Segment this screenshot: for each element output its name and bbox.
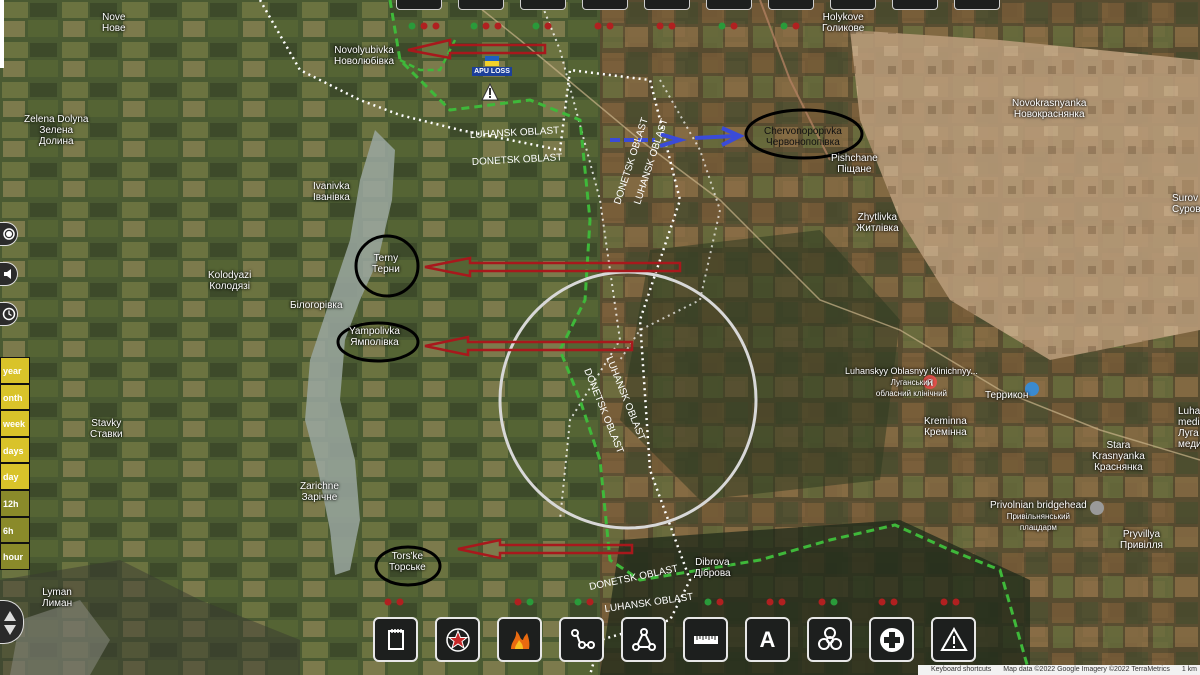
star-icon — [445, 627, 470, 652]
scale-label: 1 km — [1181, 666, 1197, 673]
route-tool-button[interactable] — [559, 617, 604, 662]
place-hospital: Luhanskyy Oblasnyy Klinichnyy... Луганськ… — [845, 366, 978, 398]
place-dibrova: Dibrova Діброва — [694, 557, 731, 579]
timeline-year[interactable]: year — [0, 357, 30, 384]
place-ivanivka: Ivanivka Іванівка — [313, 181, 350, 203]
fire-icon — [510, 630, 529, 649]
place-novokrasnyanka: Novokrasnyanka Новокраснянка — [1012, 98, 1087, 120]
top-tool-2[interactable] — [458, 0, 504, 10]
warning-tool-button[interactable] — [931, 617, 976, 662]
place-terrykon: Террикон — [985, 390, 1029, 401]
place-kolodyazi: Kolodyazi Колодязі — [208, 270, 252, 292]
top-tool-1[interactable] — [396, 0, 442, 10]
place-pishchane: Pishchane Піщане — [831, 153, 878, 175]
star-tool-button[interactable] — [435, 617, 480, 662]
top-tool-6[interactable] — [706, 0, 752, 10]
place-zelena-dolyna: Zelena Dolyna Зелена Долина — [24, 114, 89, 147]
place-terny: Terny Терни — [372, 253, 400, 275]
map-view[interactable]: H LUHANSK OBLAST DONETSK OBLAST DONETSK … — [0, 0, 1200, 675]
timeline-month[interactable]: onth — [0, 383, 30, 411]
place-nove: Nove Нове — [102, 12, 126, 34]
timeline-6h[interactable]: 6h — [0, 516, 30, 544]
timeline-week[interactable]: week — [0, 410, 30, 437]
place-lyman: Lyman Лиман — [42, 587, 73, 609]
place-stavky: Stavky Ставки — [90, 418, 123, 440]
place-pryvillya: Pryvillya Привілля — [1120, 529, 1163, 551]
timeline-selector[interactable]: year onth week days day 12h 6h hour — [0, 357, 30, 570]
timeline-days[interactable]: days — [0, 436, 30, 464]
place-yampolivka: Yampolivka Ямполівка — [349, 326, 400, 348]
biohazard-tool-button[interactable] — [807, 617, 852, 662]
up-down-arrows-icon — [4, 611, 16, 635]
top-tool-9[interactable] — [892, 0, 938, 10]
keyboard-shortcuts-link[interactable]: Keyboard shortcuts — [931, 666, 991, 673]
place-novolyubivka: Novolyubivka Новолюбівка — [334, 45, 395, 67]
place-medical: Luhamedical uЛугамедичн — [1178, 406, 1200, 450]
clock-icon — [2, 307, 15, 321]
text-tool-button[interactable]: A — [745, 617, 790, 662]
place-surov: Surov Суров — [1172, 193, 1200, 215]
top-tool-4[interactable] — [582, 0, 628, 10]
timeline-day[interactable]: day — [0, 463, 30, 490]
place-zarichne: Zarichne Зарічне — [300, 481, 339, 503]
place-bridgehead: Privolnian bridgehead Привільнянський плац… — [990, 500, 1087, 532]
biohazard-icon — [817, 626, 842, 650]
nav-arrows[interactable] — [0, 600, 24, 644]
warning-icon — [939, 626, 968, 651]
document-icon — [387, 628, 404, 650]
top-tool-3[interactable] — [520, 0, 566, 10]
ruler-icon — [693, 635, 718, 644]
timeline-hour[interactable]: hour — [0, 543, 30, 570]
top-tool-10[interactable] — [954, 0, 1000, 10]
imagery-credit: Map data ©2022 Google Imagery ©2022 Terr… — [1003, 666, 1170, 673]
place-bilohorivka: Білогорівка — [290, 300, 343, 311]
ruler-tool-button[interactable] — [683, 617, 728, 662]
place-kreminna: Kreminna Кремінна — [924, 416, 967, 438]
left-panel-edge[interactable] — [0, 0, 4, 68]
record-icon — [2, 228, 15, 240]
top-tool-7[interactable] — [768, 0, 814, 10]
network-icon — [631, 627, 656, 651]
timeline-12h[interactable]: 12h — [0, 489, 30, 517]
place-krasnyanka: Stara Krasnyanka Краснянка — [1092, 440, 1145, 473]
top-tool-5[interactable] — [644, 0, 690, 10]
map-attribution: Keyboard shortcuts Map data ©2022 Google… — [918, 665, 1200, 675]
apu-loss-label: APU LOSS — [472, 67, 512, 76]
place-torske: Tors'ke Торське — [389, 551, 426, 573]
medical-cross-icon — [879, 627, 904, 652]
place-zhytlivka: Zhytlivka Житлівка — [856, 212, 899, 234]
speaker-icon — [3, 269, 11, 279]
network-tool-button[interactable] — [621, 617, 666, 662]
fire-tool-button[interactable] — [497, 617, 542, 662]
text-tool-glyph: A — [759, 626, 776, 652]
document-tool-button[interactable] — [373, 617, 418, 662]
medical-tool-button[interactable] — [869, 617, 914, 662]
route-icon — [570, 628, 595, 649]
ukraine-flag-icon — [485, 56, 499, 66]
place-holykove: Holykove Голикове — [822, 12, 865, 34]
top-tool-8[interactable] — [830, 0, 876, 10]
apu-loss-marker[interactable]: APU LOSS — [472, 56, 512, 76]
place-chervonopopivka: Chervonopopivka Червонопопівка — [764, 126, 842, 148]
